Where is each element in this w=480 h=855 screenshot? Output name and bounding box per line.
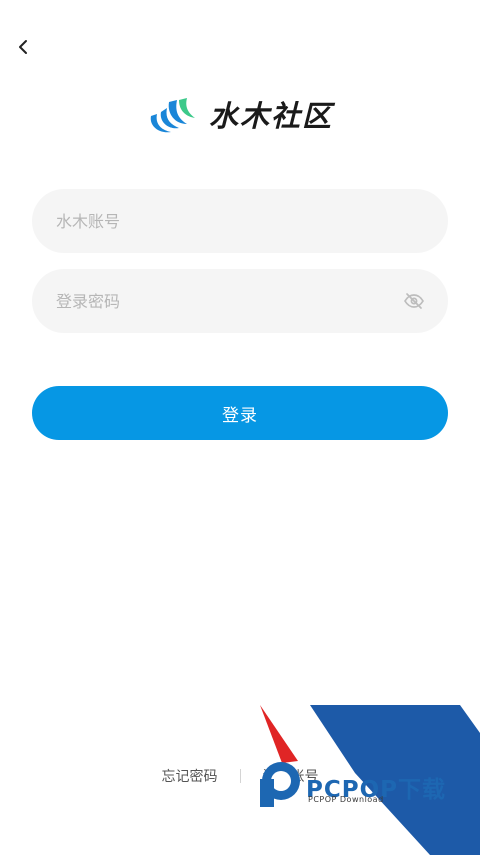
username-input[interactable] xyxy=(54,210,426,232)
splash-logo-icon xyxy=(150,98,195,133)
eye-off-icon xyxy=(404,293,424,309)
logo-wordmark: 水木社区 xyxy=(208,99,333,133)
chevron-left-icon xyxy=(19,40,27,54)
watermark-subtitle: PCPOP Download xyxy=(308,795,384,804)
app-logo: 水木社区 xyxy=(0,92,480,136)
password-visibility-toggle[interactable] xyxy=(402,289,426,313)
back-button[interactable] xyxy=(10,34,36,60)
footer-divider xyxy=(239,769,241,783)
login-button[interactable]: 登录 xyxy=(32,386,448,440)
username-field[interactable] xyxy=(32,189,448,253)
password-field[interactable] xyxy=(32,269,448,333)
password-input[interactable] xyxy=(54,290,402,312)
forgot-password-link[interactable]: 忘记密码 xyxy=(162,766,218,786)
